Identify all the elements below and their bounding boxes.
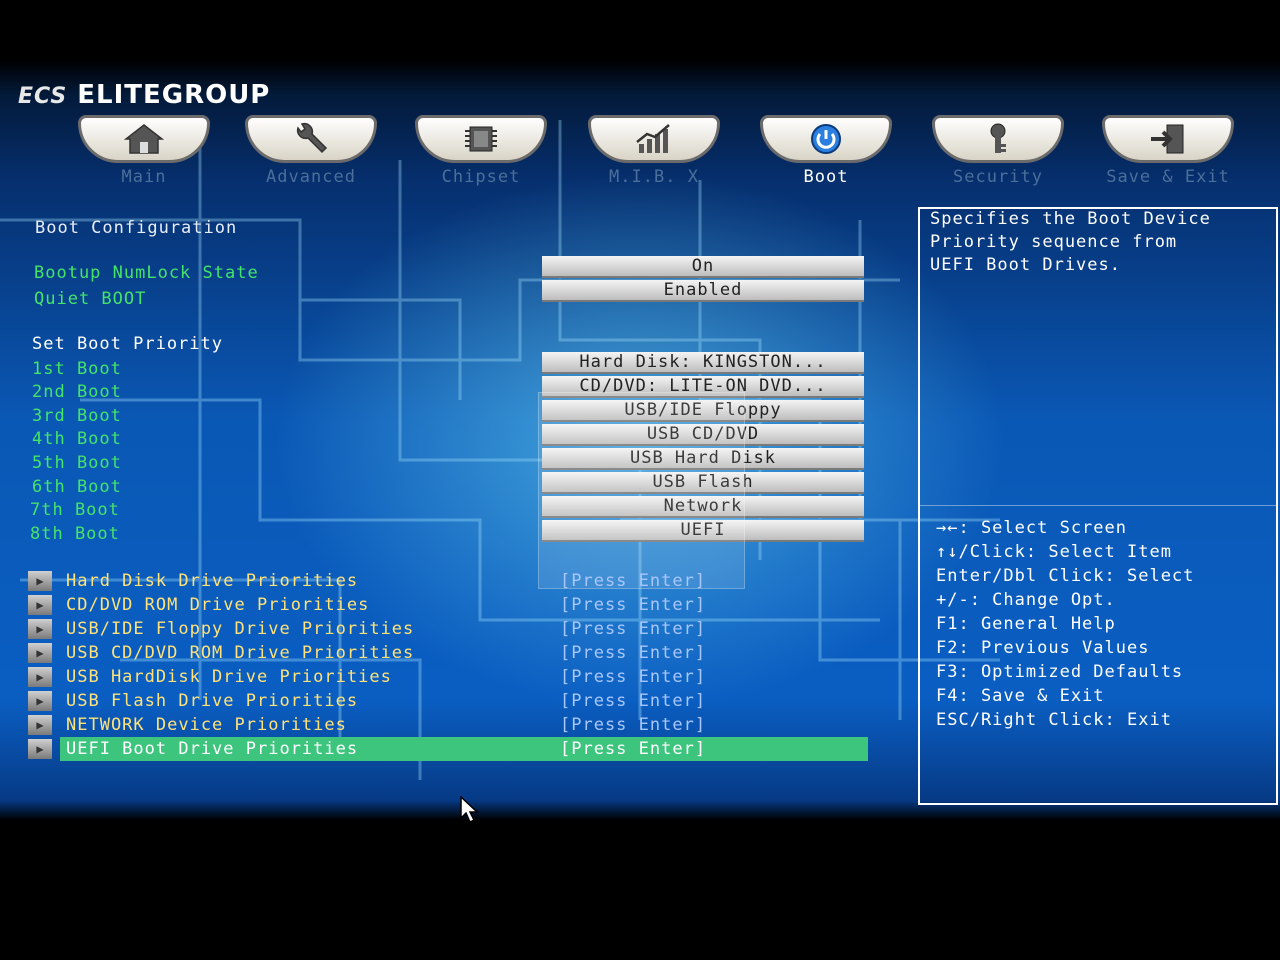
tab-advanced-label: Advanced	[266, 167, 356, 187]
submenu-action: [Press Enter]	[560, 667, 707, 687]
submenu-usb-ide-floppy[interactable]: ▶ USB/IDE Floppy Drive Priorities [Press…	[28, 619, 868, 641]
tab-save-exit-label: Save & Exit	[1106, 167, 1230, 187]
help-description: Specifies the Boot Device Priority seque…	[930, 208, 1275, 277]
home-icon	[123, 124, 165, 154]
key-hint: ESC/Right Click: Exit	[936, 710, 1172, 730]
submenu-action: [Press Enter]	[560, 643, 707, 663]
submenu-network[interactable]: ▶ NETWORK Device Priorities [Press Enter…	[28, 715, 868, 737]
key-hint: F1: General Help	[936, 614, 1116, 634]
key-hint: F2: Previous Values	[936, 638, 1150, 658]
submenu-action: [Press Enter]	[560, 619, 707, 639]
tab-mib-x-shield	[588, 115, 720, 163]
submenu-cd-dvd-rom[interactable]: ▶ CD/DVD ROM Drive Priorities [Press Ent…	[28, 595, 868, 617]
tab-boot-label: Boot	[803, 167, 849, 187]
tab-mib-x-label: M.I.B. X	[609, 167, 699, 187]
submenu-arrow-icon: ▶	[28, 643, 52, 663]
bios-screen: ECS ELITEGROUP Main Advanced Chipset M.I.…	[0, 0, 1280, 960]
tab-security-label: Security	[953, 167, 1043, 187]
submenu-usb-harddisk[interactable]: ▶ USB HardDisk Drive Priorities [Press E…	[28, 667, 868, 689]
submenu-uefi-boot[interactable]: ▶ UEFI Boot Drive Priorities [Press Ente…	[28, 737, 868, 761]
submenu-label: USB CD/DVD ROM Drive Priorities	[66, 643, 415, 663]
submenu-label: USB Flash Drive Priorities	[66, 691, 359, 711]
exit-icon	[1151, 124, 1184, 154]
tab-main-label: Main	[121, 167, 167, 187]
tab-chipset-shield	[415, 115, 547, 163]
tab-security-shield	[932, 115, 1064, 163]
boot-2-label: 2nd Boot	[32, 382, 122, 402]
key-legend: →←: Select Screen ↑↓/Click: Select Item …	[936, 516, 1194, 732]
submenu-label: USB/IDE Floppy Drive Priorities	[66, 619, 415, 639]
chip-icon	[465, 126, 497, 152]
tab-chipset-label: Chipset	[441, 167, 521, 187]
submenu-action: [Press Enter]	[560, 595, 707, 615]
boot-6-label: 6th Boot	[32, 477, 122, 497]
help-line: Priority sequence from	[930, 232, 1178, 252]
top-tab-bar: Main Advanced Chipset M.I.B. X Boot Secu…	[0, 115, 1280, 195]
submenu-arrow-icon: ▶	[28, 739, 52, 759]
submenu-arrow-icon: ▶	[28, 571, 52, 591]
submenu-arrow-icon: ▶	[28, 715, 52, 735]
key-hint: +/-: Change Opt.	[936, 590, 1116, 610]
key-hint: →←: Select Screen	[936, 518, 1127, 538]
power-icon	[811, 124, 841, 154]
boot-5-label: 5th Boot	[32, 453, 122, 473]
tab-security[interactable]: Security	[924, 115, 1072, 187]
submenu-usb-cd-dvd-rom[interactable]: ▶ USB CD/DVD ROM Drive Priorities [Press…	[28, 643, 868, 665]
help-line: Specifies the Boot Device	[930, 209, 1211, 229]
submenu-label: CD/DVD ROM Drive Priorities	[66, 595, 370, 615]
submenu-label: USB HardDisk Drive Priorities	[66, 667, 392, 687]
key-hint: Enter/Dbl Click: Select	[936, 566, 1195, 586]
brand-name: ELITEGROUP	[77, 80, 271, 110]
quiet-boot-label: Quiet BOOT	[34, 289, 147, 309]
tab-main-shield	[78, 115, 210, 163]
boot-configuration-title: Boot Configuration	[35, 218, 238, 238]
submenu-label: UEFI Boot Drive Priorities	[66, 739, 359, 759]
submenu-arrow-icon: ▶	[28, 691, 52, 711]
tab-main[interactable]: Main	[70, 115, 218, 187]
chart-icon	[636, 124, 670, 153]
tab-mib-x[interactable]: M.I.B. X	[580, 115, 728, 187]
key-hint: F3: Optimized Defaults	[936, 662, 1184, 682]
submenu-action: [Press Enter]	[560, 739, 707, 759]
quiet-boot-value[interactable]: Enabled	[542, 280, 864, 302]
submenu-arrow-icon: ▶	[28, 595, 52, 615]
boot-1-label: 1st Boot	[32, 359, 122, 379]
submenu-action: [Press Enter]	[560, 715, 707, 735]
submenu-hard-disk[interactable]: ▶ Hard Disk Drive Priorities [Press Ente…	[28, 571, 868, 593]
boot-7-label: 7th Boot	[30, 500, 120, 520]
boot-3-label: 3rd Boot	[32, 406, 122, 426]
numlock-value[interactable]: On	[542, 256, 864, 278]
tab-chipset[interactable]: Chipset	[407, 115, 555, 187]
wrench-icon	[296, 122, 328, 154]
submenu-arrow-icon: ▶	[28, 667, 52, 687]
watermark	[538, 392, 745, 589]
key-hint: ↑↓/Click: Select Item	[936, 542, 1172, 562]
set-boot-priority-title: Set Boot Priority	[32, 334, 223, 354]
help-line: UEFI Boot Drives.	[930, 255, 1121, 275]
mouse-cursor-icon	[460, 796, 479, 824]
tab-advanced[interactable]: Advanced	[237, 115, 385, 187]
submenu-usb-flash[interactable]: ▶ USB Flash Drive Priorities [Press Ente…	[28, 691, 868, 713]
submenu-arrow-icon: ▶	[28, 619, 52, 639]
tab-boot-shield	[760, 115, 892, 163]
submenu-action: [Press Enter]	[560, 691, 707, 711]
brand-logo: ECS ELITEGROUP	[18, 80, 270, 110]
submenu-action: [Press Enter]	[560, 571, 707, 591]
submenu-label: Hard Disk Drive Priorities	[66, 571, 359, 591]
numlock-label: Bootup NumLock State	[34, 263, 259, 283]
submenu-label: NETWORK Device Priorities	[66, 715, 347, 735]
tab-save-exit-shield	[1102, 115, 1234, 163]
boot-8-label: 8th Boot	[30, 524, 120, 544]
key-icon	[990, 123, 1006, 153]
boot-1-value[interactable]: Hard Disk: KINGSTON...	[542, 352, 864, 374]
boot-4-label: 4th Boot	[32, 429, 122, 449]
tab-save-exit[interactable]: Save & Exit	[1094, 115, 1242, 187]
ecs-logo-mark: ECS	[18, 84, 68, 109]
key-hint: F4: Save & Exit	[936, 686, 1105, 706]
help-divider	[920, 505, 1276, 506]
tab-boot[interactable]: Boot	[752, 115, 900, 187]
tab-advanced-shield	[245, 115, 377, 163]
